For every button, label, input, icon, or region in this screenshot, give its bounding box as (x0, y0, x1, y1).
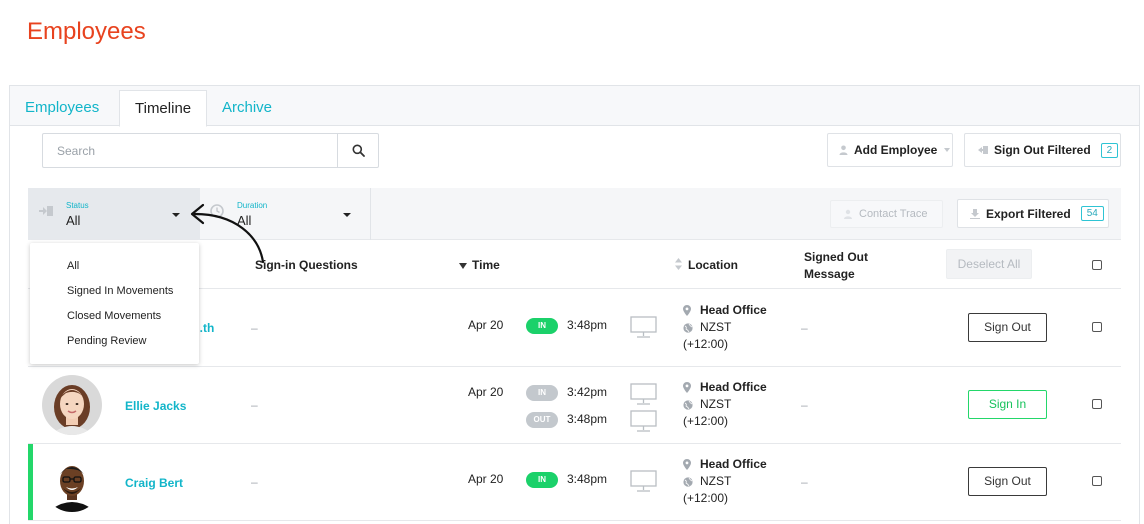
tab-timeline[interactable]: Timeline (119, 90, 208, 127)
signin-questions-value: – (251, 398, 258, 412)
avatar-image (42, 452, 102, 512)
contact-trace-label: Contact Trace (859, 208, 928, 220)
monitor-icon (630, 316, 657, 338)
annotation-arrow (190, 203, 265, 264)
map-pin-icon (683, 382, 691, 393)
location-offset: (+12:00) (683, 337, 729, 351)
movement-time: 3:48pm (567, 412, 608, 426)
download-icon (970, 208, 980, 219)
signed-out-message-value: – (801, 475, 808, 489)
monitor-icon (630, 410, 657, 432)
contact-trace-icon (844, 209, 852, 219)
table-row[interactable]: Craig Bert – Apr 20 IN 3:48pm Head Offic… (28, 444, 1121, 521)
map-pin-icon (683, 459, 691, 470)
column-location[interactable]: Location (688, 258, 738, 272)
signed-in-indicator (28, 444, 33, 520)
search-box (42, 133, 379, 168)
filter-divider (370, 188, 371, 240)
status-dropdown-menu: All Signed In Movements Closed Movements… (30, 243, 199, 364)
in-badge: IN (526, 385, 558, 401)
monitor-icon (630, 470, 657, 492)
signed-out-message-value: – (801, 398, 808, 412)
page-title: Employees (27, 18, 146, 45)
dropdown-option-pending-review[interactable]: Pending Review (67, 335, 147, 347)
tab-bar: Employees Timeline Archive (10, 86, 1139, 127)
map-pin-icon (683, 305, 691, 316)
export-filtered-count: 54 (1080, 206, 1104, 221)
movement-time: 3:48pm (567, 318, 608, 332)
contact-trace-button[interactable]: Contact Trace (830, 200, 943, 228)
in-badge: IN (526, 472, 558, 488)
location-timezone: NZST (700, 397, 732, 411)
employee-name[interactable]: Craig Bert (125, 476, 183, 490)
chevron-down-icon (343, 213, 351, 217)
avatar (42, 375, 102, 435)
movement-date: Apr 20 (468, 472, 504, 486)
sign-out-filtered-label: Sign Out Filtered (994, 143, 1091, 157)
search-input[interactable] (43, 134, 338, 167)
location-place: Head Office (700, 380, 767, 394)
location-block: Head Office NZST (+12:00) (683, 302, 767, 353)
dropdown-option-all[interactable]: All (67, 260, 79, 272)
dropdown-option-closed-movements[interactable]: Closed Movements (67, 310, 161, 322)
select-all-checkbox[interactable] (1092, 260, 1102, 270)
employee-name[interactable]: Ellie Jacks (125, 399, 186, 413)
movement-time: 3:48pm (567, 472, 608, 486)
location-block: Head Office NZST (+12:00) (683, 379, 767, 430)
monitor-icon (630, 383, 657, 405)
location-block: Head Office NZST (+12:00) (683, 456, 767, 507)
column-signed-out-message-line1: Signed Out (804, 250, 868, 264)
row-checkbox[interactable] (1092, 322, 1102, 332)
table-row[interactable]: Ellie Jacks – Apr 20 IN 3:42pm OUT 3:48p… (28, 367, 1121, 444)
sign-in-icon (39, 206, 53, 216)
deselect-all-button[interactable]: Deselect All (946, 249, 1032, 279)
globe-icon (683, 322, 693, 333)
sign-out-filtered-button[interactable]: Sign Out Filtered 2 (964, 133, 1121, 167)
location-place: Head Office (700, 303, 767, 317)
globe-icon (683, 476, 693, 487)
status-filter[interactable]: Status All (28, 188, 200, 240)
sign-out-button[interactable]: Sign Out (968, 313, 1047, 342)
row-checkbox[interactable] (1092, 399, 1102, 409)
movement-time: 3:42pm (567, 385, 608, 399)
sort-icon[interactable] (675, 258, 682, 270)
location-offset: (+12:00) (683, 491, 729, 505)
sign-in-button[interactable]: Sign In (968, 390, 1047, 419)
user-icon (839, 145, 848, 155)
add-employee-label: Add Employee (854, 143, 938, 157)
search-button[interactable] (337, 134, 378, 167)
column-time[interactable]: Time (472, 258, 500, 272)
sign-out-icon (978, 146, 988, 154)
out-badge: OUT (526, 412, 558, 428)
chevron-down-icon (172, 213, 180, 217)
export-filtered-button[interactable]: Export Filtered 54 (957, 199, 1109, 228)
status-filter-value: All (66, 213, 81, 228)
tab-employees[interactable]: Employees (10, 90, 114, 127)
signin-questions-value: – (251, 321, 258, 335)
location-timezone: NZST (700, 320, 732, 334)
chevron-down-icon (944, 148, 951, 152)
globe-icon (683, 399, 693, 410)
export-filtered-label: Export Filtered (986, 206, 1071, 221)
location-timezone: NZST (700, 474, 732, 488)
dropdown-option-signed-in-movements[interactable]: Signed In Movements (67, 285, 173, 297)
location-place: Head Office (700, 457, 767, 471)
sign-out-filtered-count: 2 (1100, 142, 1119, 158)
column-signed-out-message-line2: Message (804, 267, 855, 281)
in-badge: IN (526, 318, 558, 334)
movement-date: Apr 20 (468, 318, 504, 332)
avatar (42, 452, 102, 512)
signed-out-message-value: – (801, 321, 808, 335)
signin-questions-value: – (251, 475, 258, 489)
search-icon (352, 144, 365, 157)
sign-out-button[interactable]: Sign Out (968, 467, 1047, 496)
movement-date: Apr 20 (468, 385, 504, 399)
tab-archive[interactable]: Archive (207, 90, 287, 127)
row-checkbox[interactable] (1092, 476, 1102, 486)
avatar-image (42, 375, 102, 435)
location-offset: (+12:00) (683, 414, 729, 428)
add-employee-button[interactable]: Add Employee (827, 133, 953, 167)
status-filter-label: Status (66, 201, 89, 210)
sort-down-icon[interactable] (459, 263, 467, 269)
